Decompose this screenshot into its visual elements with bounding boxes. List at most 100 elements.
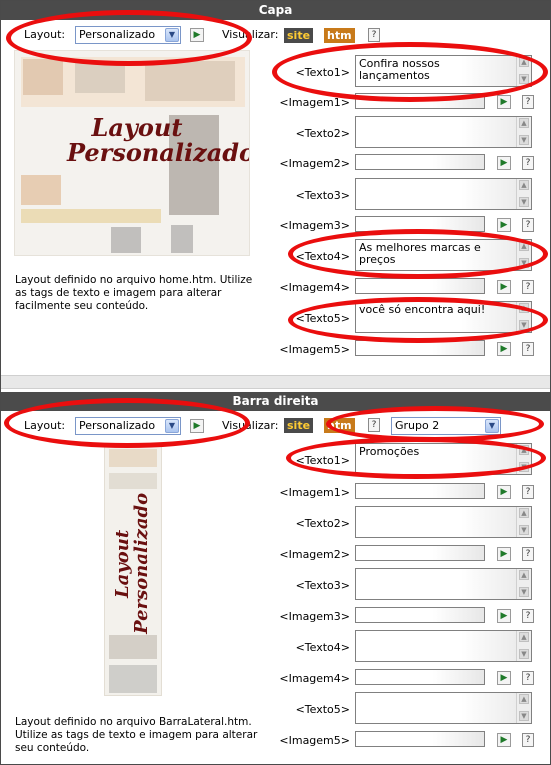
scroll-down-icon[interactable]: ▼ (519, 525, 529, 535)
imagem1-field[interactable] (355, 93, 485, 109)
imagem4-field[interactable] (355, 669, 485, 685)
imagem3-field[interactable] (355, 216, 485, 232)
texto5-label: <Texto5> (295, 703, 350, 716)
scroll-up-icon[interactable]: ▲ (519, 241, 529, 251)
texto4-label: <Texto4> (295, 641, 350, 654)
scroll-up-icon[interactable]: ▲ (519, 118, 529, 128)
texto3-label: <Texto3> (295, 579, 350, 592)
layout-select[interactable]: Personalizado ▼ (75, 26, 181, 44)
help-button[interactable]: ? (368, 28, 380, 42)
texto1-value: Confira nossos lançamentos (359, 57, 440, 82)
chevron-down-icon: ▼ (485, 419, 499, 433)
texto1-value: Promoções (359, 445, 420, 458)
htm-button[interactable]: htm (324, 418, 355, 433)
imagem1-help-button[interactable]: ? (522, 485, 534, 499)
imagem3-go-button[interactable]: ▶ (497, 609, 511, 623)
texto3-field[interactable]: ▲ ▼ (355, 178, 532, 210)
scrollbar[interactable]: ▲ ▼ (516, 240, 531, 270)
texto4-field[interactable]: ▲ ▼ (355, 630, 532, 662)
imagem4-go-button[interactable]: ▶ (497, 280, 511, 294)
scroll-down-icon[interactable]: ▼ (519, 135, 529, 145)
imagem1-help-button[interactable]: ? (522, 95, 534, 109)
texto2-field[interactable]: ▲ ▼ (355, 506, 532, 538)
scroll-up-icon[interactable]: ▲ (519, 632, 529, 642)
scrollbar[interactable]: ▲ ▼ (516, 444, 531, 474)
scroll-up-icon[interactable]: ▲ (519, 508, 529, 518)
scroll-down-icon[interactable]: ▼ (519, 258, 529, 268)
imagem1-go-button[interactable]: ▶ (497, 95, 511, 109)
texto5-field[interactable]: você só encontra aqui! ▲ ▼ (355, 301, 532, 333)
imagem5-go-button[interactable]: ▶ (497, 342, 511, 356)
imagem2-help-button[interactable]: ? (522, 156, 534, 170)
texto3-label: <Texto3> (295, 189, 350, 202)
help-button[interactable]: ? (368, 418, 380, 432)
layout-label: Layout: (24, 28, 66, 41)
layout-label: Layout: (24, 419, 66, 432)
imagem2-field[interactable] (355, 545, 485, 561)
imagem3-help-button[interactable]: ? (522, 609, 534, 623)
imagem2-go-button[interactable]: ▶ (497, 156, 511, 170)
imagem4-go-button[interactable]: ▶ (497, 671, 511, 685)
imagem3-go-button[interactable]: ▶ (497, 218, 511, 232)
scroll-up-icon[interactable]: ▲ (519, 303, 529, 313)
imagem2-help-button[interactable]: ? (522, 547, 534, 561)
imagem5-field[interactable] (355, 731, 485, 747)
scrollbar[interactable]: ▲ ▼ (516, 631, 531, 661)
scrollbar[interactable]: ▲ ▼ (516, 569, 531, 599)
imagem5-field[interactable] (355, 340, 485, 356)
scrollbar[interactable]: ▲ ▼ (516, 117, 531, 147)
layout-select[interactable]: Personalizado ▼ (75, 417, 181, 435)
texto1-label: <Texto1> (295, 66, 350, 79)
chevron-down-icon: ▼ (165, 28, 179, 42)
texto1-field[interactable]: Confira nossos lançamentos ▲ ▼ (355, 55, 532, 87)
texto4-field[interactable]: As melhores marcas e preços ▲ ▼ (355, 239, 532, 271)
chevron-down-icon: ▼ (165, 419, 179, 433)
scroll-down-icon[interactable]: ▼ (519, 462, 529, 472)
layout-preview-image: Layout Personalizado (14, 50, 250, 256)
imagem4-field[interactable] (355, 278, 485, 294)
scroll-down-icon[interactable]: ▼ (519, 74, 529, 84)
imagem2-go-button[interactable]: ▶ (497, 547, 511, 561)
site-button[interactable]: site (284, 418, 314, 433)
imagem3-help-button[interactable]: ? (522, 218, 534, 232)
apply-layout-button[interactable]: ▶ (190, 28, 204, 42)
texto5-field[interactable]: ▲ ▼ (355, 692, 532, 724)
imagem4-help-button[interactable]: ? (522, 671, 534, 685)
imagem2-field[interactable] (355, 154, 485, 170)
scrollbar[interactable]: ▲ ▼ (516, 179, 531, 209)
imagem4-help-button[interactable]: ? (522, 280, 534, 294)
apply-layout-button[interactable]: ▶ (190, 419, 204, 433)
imagem5-help-button[interactable]: ? (522, 733, 534, 747)
scrollbar[interactable]: ▲ ▼ (516, 507, 531, 537)
imagem1-field[interactable] (355, 483, 485, 499)
scroll-down-icon[interactable]: ▼ (519, 197, 529, 207)
scroll-down-icon[interactable]: ▼ (519, 320, 529, 330)
imagem3-label: <Imagem3> (279, 219, 350, 232)
texto1-field[interactable]: Promoções ▲ ▼ (355, 443, 532, 475)
scrollbar[interactable]: ▲ ▼ (516, 693, 531, 723)
scroll-down-icon[interactable]: ▼ (519, 649, 529, 659)
imagem5-help-button[interactable]: ? (522, 342, 534, 356)
imagem4-label: <Imagem4> (279, 672, 350, 685)
scroll-up-icon[interactable]: ▲ (519, 57, 529, 67)
scrollbar[interactable]: ▲ ▼ (516, 302, 531, 332)
scroll-down-icon[interactable]: ▼ (519, 587, 529, 597)
imagem4-label: <Imagem4> (279, 281, 350, 294)
htm-button[interactable]: htm (324, 28, 355, 43)
group-select[interactable]: Grupo 2 ▼ (391, 417, 501, 435)
imagem5-label: <Imagem5> (279, 734, 350, 747)
scroll-up-icon[interactable]: ▲ (519, 694, 529, 704)
scroll-up-icon[interactable]: ▲ (519, 445, 529, 455)
texto1-label: <Texto1> (295, 454, 350, 467)
site-button[interactable]: site (284, 28, 314, 43)
imagem1-go-button[interactable]: ▶ (497, 485, 511, 499)
texto2-field[interactable]: ▲ ▼ (355, 116, 532, 148)
texto3-field[interactable]: ▲ ▼ (355, 568, 532, 600)
scroll-up-icon[interactable]: ▲ (519, 180, 529, 190)
scroll-down-icon[interactable]: ▼ (519, 711, 529, 721)
imagem2-label: <Imagem2> (279, 548, 350, 561)
imagem5-go-button[interactable]: ▶ (497, 733, 511, 747)
scroll-up-icon[interactable]: ▲ (519, 570, 529, 580)
imagem3-field[interactable] (355, 607, 485, 623)
scrollbar[interactable]: ▲ ▼ (516, 56, 531, 86)
